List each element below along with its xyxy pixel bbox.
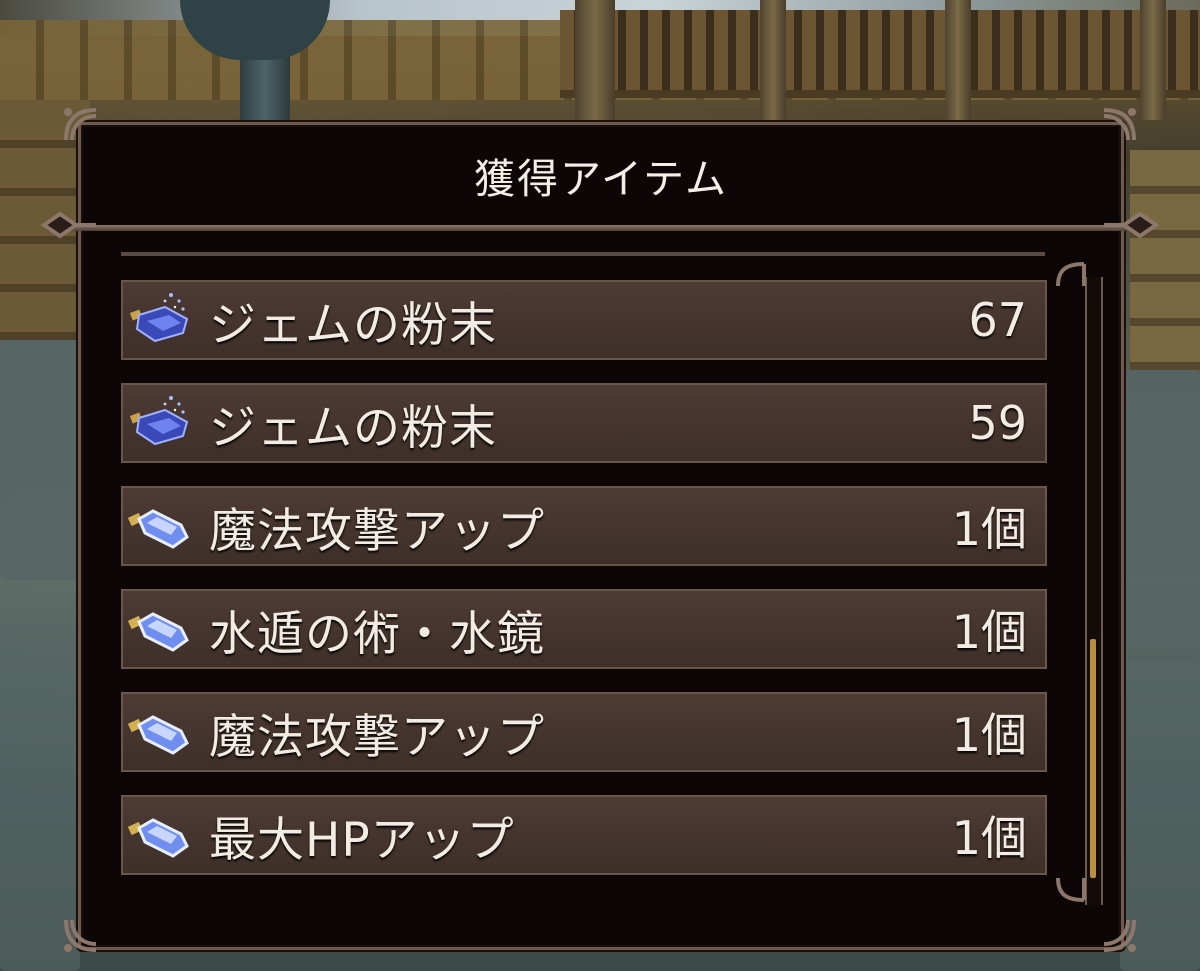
divider-ornament-right-icon <box>1104 206 1160 244</box>
item-name: 最大HPアップ <box>209 812 515 868</box>
stone-wall <box>1120 370 1200 650</box>
stone-wall <box>0 340 80 580</box>
item-row[interactable]: 最大HPアップ 1個 <box>121 795 1047 875</box>
item-quantity: 1個 <box>951 502 1027 556</box>
gem-powder-icon <box>125 285 195 355</box>
corner-ornament-icon <box>1100 916 1138 954</box>
panel-header: 獲得アイテム <box>81 125 1121 230</box>
right-building-wall <box>1130 150 1200 370</box>
item-row[interactable]: 魔法攻撃アップ 1個 <box>121 692 1047 772</box>
item-name: ジェムの粉末 <box>209 400 497 456</box>
acquired-items-panel: 獲得アイテム ジェムの粉末 67 ジェムの粉末 59 魔法攻撃アップ 1個 水遁の術・水鏡 1… <box>47 122 1151 950</box>
crystal-item-icon <box>125 800 195 870</box>
scrollbar[interactable] <box>1085 277 1103 905</box>
item-name: ジェムの粉末 <box>209 297 497 353</box>
list-top-divider <box>121 252 1045 256</box>
item-row[interactable]: ジェムの粉末 67 <box>121 280 1047 360</box>
corner-ornament-icon <box>62 106 100 144</box>
crystal-item-icon <box>125 697 195 767</box>
item-row[interactable]: ジェムの粉末 59 <box>121 383 1047 463</box>
wooden-post <box>1140 0 1166 120</box>
header-divider <box>47 225 1151 231</box>
scrollbar-thumb[interactable] <box>1090 639 1096 878</box>
gem-powder-icon <box>125 388 195 458</box>
corner-ornament-icon <box>1100 106 1138 144</box>
corner-ornament-icon <box>62 916 100 954</box>
item-name: 魔法攻撃アップ <box>209 503 545 559</box>
item-row[interactable]: 魔法攻撃アップ 1個 <box>121 486 1047 566</box>
item-quantity: 67 <box>968 293 1027 347</box>
item-row[interactable]: 水遁の術・水鏡 1個 <box>121 589 1047 669</box>
item-quantity: 59 <box>968 396 1027 450</box>
item-name: 魔法攻撃アップ <box>209 709 545 765</box>
item-quantity: 1個 <box>951 605 1027 659</box>
scrollbar-top-cap-icon <box>1052 256 1090 294</box>
wooden-post <box>575 0 615 120</box>
item-quantity: 1個 <box>951 811 1027 865</box>
item-name: 水遁の術・水鏡 <box>209 606 545 662</box>
item-list[interactable]: ジェムの粉末 67 ジェムの粉末 59 魔法攻撃アップ 1個 水遁の術・水鏡 1個 魔法攻撃アッ… <box>121 280 1047 898</box>
scrollbar-bottom-cap-icon <box>1052 870 1090 908</box>
crystal-item-icon <box>125 594 195 664</box>
balcony-railing <box>560 10 1200 98</box>
crystal-item-icon <box>125 491 195 561</box>
wooden-post <box>760 0 786 120</box>
item-quantity: 1個 <box>951 708 1027 762</box>
panel-title: 獲得アイテム <box>474 154 728 203</box>
wooden-post <box>945 0 971 120</box>
divider-ornament-left-icon <box>40 206 96 244</box>
